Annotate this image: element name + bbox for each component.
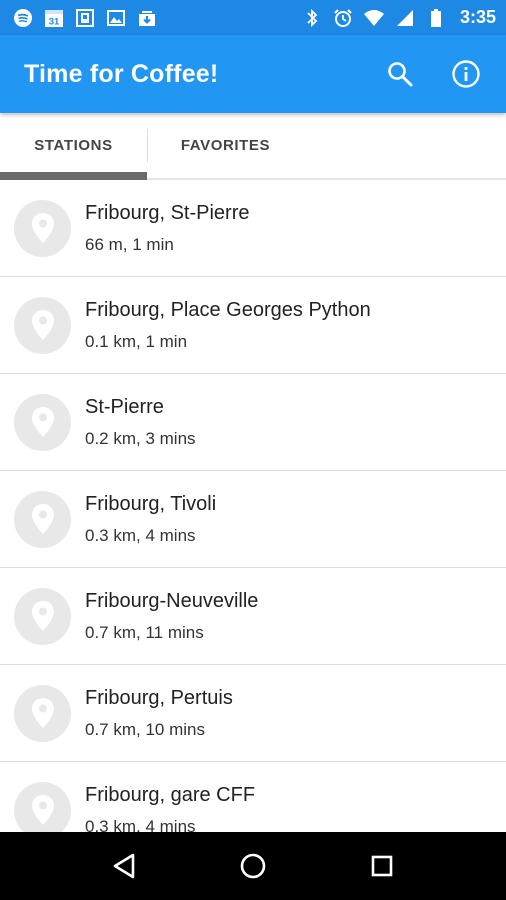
station-name: Fribourg-Neuveville: [85, 590, 259, 612]
search-icon[interactable]: [380, 54, 420, 94]
photo-frame-icon: [74, 7, 96, 29]
station-distance: 0.3 km, 4 mins: [85, 526, 196, 545]
location-pin-icon: [14, 199, 71, 257]
calendar-day-text: 31: [49, 16, 60, 27]
alarm-icon: [332, 7, 354, 29]
station-row[interactable]: Fribourg-Neuveville 0.7 km, 11 mins: [0, 568, 506, 665]
bluetooth-icon: [301, 7, 323, 29]
recents-icon[interactable]: [360, 844, 404, 888]
station-name: Fribourg, Pertuis: [85, 687, 233, 709]
station-distance: 0.3 km, 4 mins: [85, 817, 196, 832]
station-distance: 0.1 km, 1 min: [85, 332, 188, 351]
wifi-icon: [363, 7, 385, 29]
location-pin-icon: [14, 490, 71, 548]
tab-bar: STATIONS FAVORITES: [0, 113, 506, 180]
location-pin-icon: [14, 587, 71, 645]
station-name: Fribourg, St-Pierre: [85, 202, 250, 224]
app-title: Time for Coffee!: [24, 59, 219, 88]
tab-stations[interactable]: STATIONS: [0, 113, 147, 180]
status-bar: 31 3:35: [0, 0, 506, 35]
battery-icon: [425, 7, 447, 29]
station-list[interactable]: Fribourg, St-Pierre 66 m, 1 min Fribourg…: [0, 180, 506, 832]
back-icon[interactable]: [102, 844, 146, 888]
station-row[interactable]: Fribourg, Pertuis 0.7 km, 10 mins: [0, 665, 506, 762]
spotify-icon: [12, 7, 34, 29]
station-row[interactable]: Fribourg, Tivoli 0.3 km, 4 mins: [0, 471, 506, 568]
home-icon[interactable]: [231, 844, 275, 888]
system-icons: 3:35: [301, 7, 496, 29]
station-row[interactable]: Fribourg, Place Georges Python 0.1 km, 1…: [0, 277, 506, 374]
station-name: Fribourg, Tivoli: [85, 493, 217, 515]
location-pin-icon: [14, 781, 71, 832]
station-name: St-Pierre: [85, 396, 164, 418]
status-time: 3:35: [459, 7, 496, 27]
station-distance: 66 m, 1 min: [85, 235, 174, 254]
signal-icon: [394, 7, 416, 29]
station-row[interactable]: St-Pierre 0.2 km, 3 mins: [0, 374, 506, 471]
gallery-icon: [105, 7, 127, 29]
app-bar: Time for Coffee!: [0, 35, 506, 113]
station-distance: 0.2 km, 3 mins: [85, 429, 196, 448]
station-distance: 0.7 km, 10 mins: [85, 720, 205, 739]
navigation-bar: [0, 832, 506, 900]
calendar-icon: 31: [43, 7, 65, 29]
station-row[interactable]: Fribourg, St-Pierre 66 m, 1 min: [0, 180, 506, 277]
location-pin-icon: [14, 296, 71, 354]
station-distance: 0.7 km, 11 mins: [85, 623, 204, 642]
station-name: Fribourg, gare CFF: [85, 784, 256, 806]
location-pin-icon: [14, 393, 71, 451]
location-pin-icon: [14, 684, 71, 742]
station-name: Fribourg, Place Georges Python: [85, 299, 371, 321]
tab-favorites[interactable]: FAVORITES: [148, 113, 303, 178]
station-row[interactable]: Fribourg, gare CFF 0.3 km, 4 mins: [0, 762, 506, 832]
download-icon: [136, 7, 158, 29]
notification-icons: 31: [12, 7, 158, 29]
info-icon[interactable]: [446, 54, 486, 94]
